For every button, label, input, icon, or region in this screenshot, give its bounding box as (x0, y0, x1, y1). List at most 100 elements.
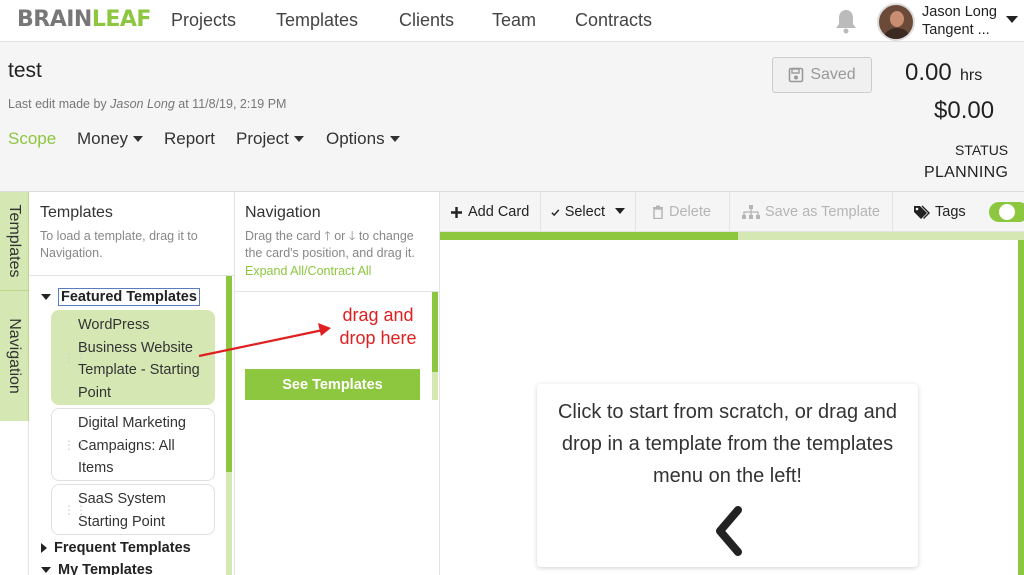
logo-leaf-text: LEAF (91, 7, 152, 32)
vertical-tab-navigation[interactable]: Navigation (0, 290, 29, 421)
hours-unit: hrs (960, 67, 983, 84)
template-card-title: WordPress Business Website Template - St… (78, 317, 200, 401)
navigation-panel: Navigation Drag the card 🡑 or 🡓 to chang… (235, 192, 440, 575)
hours-total: 0.00 (905, 59, 952, 86)
chevron-down-icon (389, 135, 400, 142)
expand-down-icon (41, 294, 51, 300)
subnav-options-label: Options (326, 129, 385, 148)
templates-panel-help: To load a template, drag it to Navigatio… (40, 229, 198, 260)
template-card[interactable]: ⋮⋮ SaaS System Starting Point (51, 484, 215, 535)
expand-right-icon (41, 543, 47, 553)
nav-link-clients[interactable]: Clients (399, 10, 454, 31)
last-edit-time: at 11/8/19, 2:19 PM (178, 97, 287, 111)
arrow-down-icon: 🡓 (348, 229, 356, 243)
last-edit-info: Last edit made by Jason Long at 11/8/19,… (8, 97, 286, 111)
saved-button[interactable]: Saved (772, 57, 872, 93)
template-card[interactable]: ⋮⋮ WordPress Business Website Template -… (51, 310, 215, 405)
drag-handle-icon[interactable]: ⋮⋮ (63, 352, 87, 364)
nav-link-contracts[interactable]: Contracts (575, 10, 652, 31)
subnav-report[interactable]: Report (164, 129, 215, 149)
frequent-templates-label: Frequent Templates (54, 540, 191, 556)
floppy-disk-icon (789, 67, 804, 83)
subnav-scope[interactable]: Scope (8, 129, 56, 149)
subnav-project[interactable]: Project (236, 129, 304, 149)
chevron-down-icon (615, 208, 625, 214)
templates-scrollbar-thumb[interactable] (226, 276, 232, 472)
drag-handle-icon[interactable]: ⋮⋮ (63, 504, 87, 516)
chevron-left-icon (716, 506, 742, 556)
card-toolbar: Add Card Select Delete Save as Template … (440, 192, 1024, 232)
save-as-template-label: Save as Template (765, 204, 880, 220)
progress-bar (440, 232, 1024, 240)
add-card-button[interactable]: Add Card (440, 192, 541, 232)
subnav-options[interactable]: Options (326, 129, 400, 149)
expand-contract-all-link[interactable]: Expand All/Contract All (245, 264, 371, 278)
select-label: Select (564, 204, 605, 220)
vertical-tab-templates[interactable]: Templates (0, 192, 29, 290)
avatar-body (884, 28, 910, 39)
drag-drop-annotation: drag and drop here (339, 305, 417, 348)
tree-featured-templates[interactable]: Featured Templates (41, 288, 200, 306)
chevron-down-icon (293, 135, 304, 142)
select-dropdown-button[interactable]: Select (541, 192, 636, 232)
see-templates-button[interactable]: See Templates (245, 369, 420, 400)
help-text-or: or (334, 229, 346, 243)
empty-state-card[interactable]: Click to start from scratch, or drag and… (537, 384, 918, 567)
nav-link-team[interactable]: Team (492, 10, 536, 31)
delete-button[interactable]: Delete (636, 192, 730, 232)
tags-icon (914, 205, 930, 219)
trash-icon (653, 205, 663, 219)
template-card[interactable]: ⋮⋮ Digital Marketing Campaigns: All Item… (51, 408, 215, 481)
add-card-label: Add Card (468, 204, 530, 220)
divider (235, 291, 440, 292)
navigation-scrollbar-thumb[interactable] (432, 292, 438, 372)
canvas-scrollbar[interactable] (1018, 240, 1024, 575)
navigation-scrollbar-track[interactable] (432, 372, 438, 400)
navigation-panel-title: Navigation (245, 204, 321, 221)
tree-my-templates[interactable]: My Templates (41, 562, 153, 575)
avatar-head (890, 11, 904, 27)
status-value: PLANNING (924, 164, 1009, 181)
help-text-part1: Drag the card (245, 229, 321, 243)
nav-link-templates[interactable]: Templates (276, 10, 358, 31)
subnav-money-label: Money (77, 129, 129, 148)
delete-label: Delete (669, 204, 711, 220)
toggle-knob (999, 204, 1015, 220)
last-edit-prefix: Last edit made by (8, 97, 107, 111)
brainleaf-logo[interactable]: BRAINLEAF (17, 7, 151, 32)
checkmark-icon (551, 208, 560, 216)
nav-link-projects[interactable]: Projects (171, 10, 236, 31)
tree-frequent-templates[interactable]: Frequent Templates (41, 540, 191, 556)
status-label: STATUS (955, 142, 1009, 158)
subnav-money[interactable]: Money (77, 129, 144, 149)
templates-scrollbar-track[interactable] (226, 472, 232, 575)
navigation-panel-help: Drag the card 🡑 or 🡓 to change the card'… (245, 228, 430, 262)
progress-bar-fill (440, 232, 738, 240)
logo-brain-text: BRAIN (17, 7, 92, 32)
template-card-title: Digital Marketing Campaigns: All Items (78, 415, 186, 476)
money-total: $0.00 (934, 97, 995, 124)
arrow-up-icon: 🡑 (324, 229, 331, 243)
user-name[interactable]: Jason Long (922, 4, 997, 20)
subnav-project-label: Project (236, 129, 289, 148)
user-organization[interactable]: Tangent ... (922, 22, 990, 38)
vertical-tab-strip (0, 421, 29, 575)
templates-panel: Templates To load a template, drag it to… (29, 192, 235, 575)
tags-button[interactable]: Tags (893, 192, 983, 232)
user-menu-caret-icon[interactable] (1006, 16, 1018, 23)
empty-state-message: Click to start from scratch, or drag and… (557, 401, 897, 487)
top-navigation: BRAINLEAF Projects Templates Clients Tea… (0, 0, 1024, 42)
save-as-template-button[interactable]: Save as Template (730, 192, 893, 232)
chevron-down-icon (133, 135, 144, 142)
template-card-title: SaaS System Starting Point (78, 491, 166, 530)
notification-bell-icon[interactable] (834, 8, 858, 34)
project-title[interactable]: test (8, 59, 42, 83)
view-toggle-switch[interactable] (989, 202, 1024, 222)
last-edit-user: Jason Long (110, 97, 175, 111)
drag-handle-icon[interactable]: ⋮⋮ (63, 439, 87, 451)
templates-panel-title: Templates (40, 204, 113, 221)
user-avatar[interactable] (877, 3, 915, 41)
annotation-arrow-icon (198, 323, 331, 358)
my-templates-label: My Templates (58, 562, 153, 575)
sitemap-icon (742, 205, 760, 219)
